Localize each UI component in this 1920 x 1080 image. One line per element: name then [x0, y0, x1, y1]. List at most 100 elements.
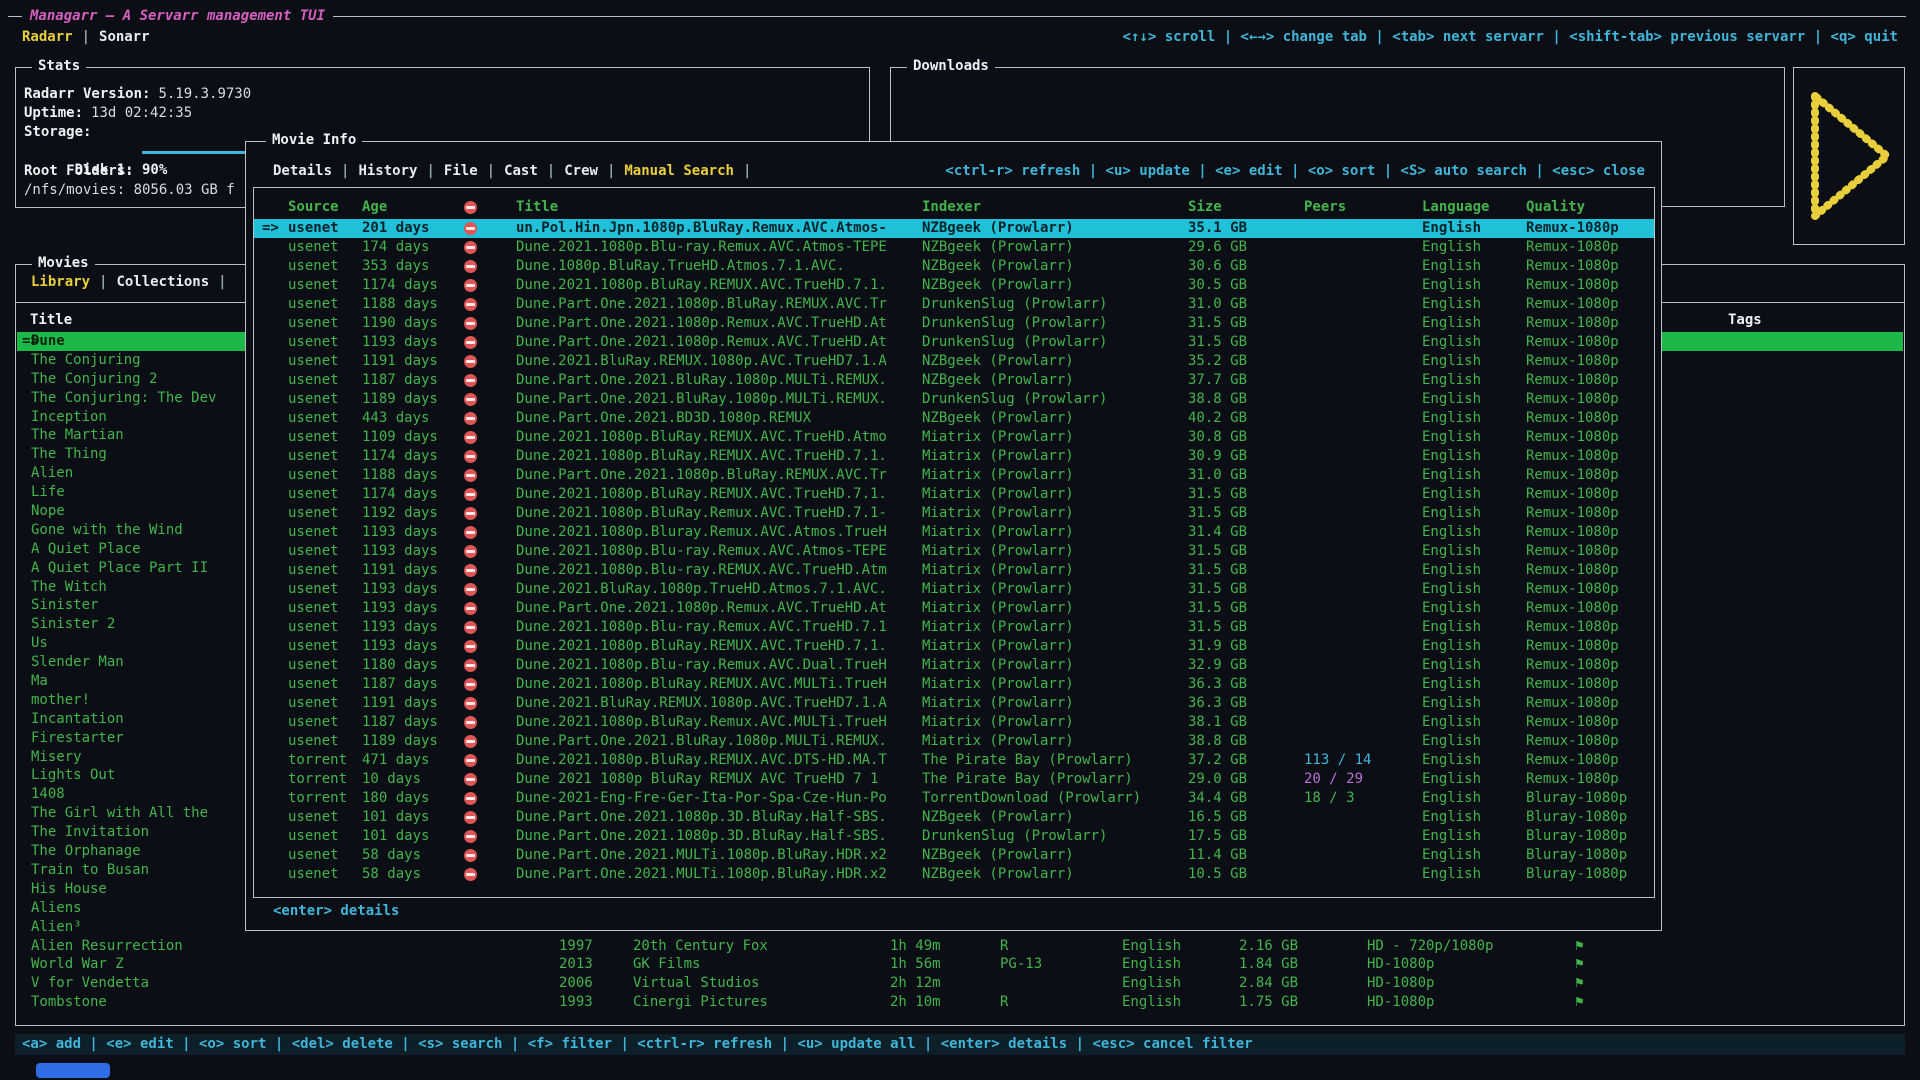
release-quality: Remux-1080p: [1526, 314, 1619, 333]
release-row[interactable]: torrent 471 days Dune.2021.1080p.BluRay.…: [254, 751, 1654, 770]
movie-info-tab[interactable]: Cast|: [504, 162, 564, 181]
release-row[interactable]: usenet 174 days Dune.2021.1080p.Blu-ray.…: [254, 238, 1654, 257]
release-size: 36.3 GB: [1188, 675, 1247, 694]
release-row[interactable]: usenet 1187 days Dune.Part.One.2021.BluR…: [254, 371, 1654, 390]
logo-panel: [1793, 67, 1905, 245]
header-language: Language: [1422, 198, 1489, 217]
release-row[interactable]: usenet 1174 days Dune.2021.1080p.BluRay.…: [254, 485, 1654, 504]
movie-title: Sinister 2: [31, 615, 115, 634]
movie-certification: PG-13: [1000, 955, 1042, 974]
release-row[interactable]: usenet 58 days Dune.Part.One.2021.MULTi.…: [254, 865, 1654, 884]
movie-info-tab[interactable]: History|: [358, 162, 443, 181]
movie-certification: R: [1000, 993, 1008, 1012]
release-age: 1187 days: [362, 371, 438, 390]
release-size: 31.5 GB: [1188, 314, 1247, 333]
movie-row[interactable]: Tombstone 1993 Cinergi Pictures 2h 10m R…: [17, 993, 1903, 1012]
release-row[interactable]: usenet 1193 days Dune.2021.1080p.Blu-ray…: [254, 542, 1654, 561]
release-row[interactable]: usenet 101 days Dune.Part.One.2021.1080p…: [254, 827, 1654, 846]
release-row[interactable]: => usenet 201 days un.Pol.Hin.Jpn.1080p.…: [254, 219, 1654, 238]
movies-tab[interactable]: Library|: [31, 273, 116, 292]
release-row[interactable]: usenet 1189 days Dune.Part.One.2021.BluR…: [254, 732, 1654, 751]
rejected-icon: [464, 431, 477, 444]
movie-title: Lights Out: [31, 766, 115, 785]
release-language: English: [1422, 257, 1481, 276]
rejected-icon: [464, 222, 477, 235]
movie-row[interactable]: V for Vendetta 2006 Virtual Studios 2h 1…: [17, 974, 1903, 993]
release-row[interactable]: usenet 443 days Dune.Part.One.2021.BD3D.…: [254, 409, 1654, 428]
release-age: 10 days: [362, 770, 421, 789]
release-age: 1174 days: [362, 276, 438, 295]
release-row[interactable]: usenet 1192 days Dune.2021.1080p.BluRay.…: [254, 504, 1654, 523]
release-age: 58 days: [362, 846, 421, 865]
release-row[interactable]: usenet 1193 days Dune.Part.One.2021.1080…: [254, 333, 1654, 352]
rejected-icon: [464, 659, 477, 672]
release-row[interactable]: usenet 101 days Dune.Part.One.2021.1080p…: [254, 808, 1654, 827]
release-row[interactable]: usenet 58 days Dune.Part.One.2021.MULTi.…: [254, 846, 1654, 865]
release-row[interactable]: usenet 1188 days Dune.Part.One.2021.1080…: [254, 295, 1654, 314]
rejected-icon: [464, 583, 477, 596]
release-row[interactable]: usenet 1174 days Dune.2021.1080p.BluRay.…: [254, 447, 1654, 466]
release-language: English: [1422, 827, 1481, 846]
release-source: usenet: [288, 618, 339, 637]
release-size: 31.5 GB: [1188, 561, 1247, 580]
release-quality: Bluray-1080p: [1526, 827, 1627, 846]
release-indexer: Miatrix (Prowlarr): [922, 713, 1074, 732]
movie-language: English: [1122, 993, 1181, 1012]
release-source: usenet: [288, 371, 339, 390]
movie-row[interactable]: World War Z 2013 GK Films 1h 56m PG-13 E…: [17, 955, 1903, 974]
movies-tab[interactable]: Collections|: [116, 273, 235, 292]
release-age: 1193 days: [362, 333, 438, 352]
release-row[interactable]: usenet 1193 days Dune.2021.1080p.BluRay.…: [254, 637, 1654, 656]
release-row[interactable]: usenet 1190 days Dune.Part.One.2021.1080…: [254, 314, 1654, 333]
movie-info-tab[interactable]: Crew|: [564, 162, 624, 181]
release-row[interactable]: usenet 1187 days Dune.2021.1080p.BluRay.…: [254, 675, 1654, 694]
release-row[interactable]: usenet 1191 days Dune.2021.1080p.Blu-ray…: [254, 561, 1654, 580]
version-value: 5.19.3.9730: [158, 86, 251, 102]
release-source: usenet: [288, 428, 339, 447]
release-indexer: Miatrix (Prowlarr): [922, 542, 1074, 561]
release-row[interactable]: usenet 1187 days Dune.2021.1080p.BluRay.…: [254, 713, 1654, 732]
release-row[interactable]: usenet 1191 days Dune.2021.BluRay.REMUX.…: [254, 352, 1654, 371]
movie-size: 1.84 GB: [1239, 955, 1298, 974]
release-row[interactable]: torrent 180 days Dune-2021-Eng-Fre-Ger-I…: [254, 789, 1654, 808]
release-row[interactable]: torrent 10 days Dune 2021 1080p BluRay R…: [254, 770, 1654, 789]
bottom-keybar: <a> add | <e> edit | <o> sort | <del> de…: [15, 1034, 1905, 1055]
servarr-tab[interactable]: Sonarr|: [99, 28, 150, 47]
release-row[interactable]: usenet 1180 days Dune.2021.1080p.Blu-ray…: [254, 656, 1654, 675]
release-row[interactable]: usenet 1189 days Dune.Part.One.2021.BluR…: [254, 390, 1654, 409]
play-logo-icon: [1803, 82, 1895, 230]
release-size: 31.4 GB: [1188, 523, 1247, 542]
release-source: torrent: [288, 789, 347, 808]
rejected-icon: [464, 201, 477, 214]
release-row[interactable]: usenet 1174 days Dune.2021.1080p.BluRay.…: [254, 276, 1654, 295]
release-age: 443 days: [362, 409, 429, 428]
movie-title: Life: [31, 483, 65, 502]
release-age: 201 days: [362, 219, 429, 238]
release-row[interactable]: usenet 1191 days Dune.2021.BluRay.REMUX.…: [254, 694, 1654, 713]
release-size: 31.0 GB: [1188, 466, 1247, 485]
release-title: Dune.2021.1080p.BluRay.REMUX.AVC.MULTi.T…: [516, 675, 887, 694]
release-language: English: [1422, 466, 1481, 485]
release-row[interactable]: usenet 353 days Dune.1080p.BluRay.TrueHD…: [254, 257, 1654, 276]
release-row[interactable]: usenet 1193 days Dune.2021.1080p.Bluray.…: [254, 523, 1654, 542]
release-title: Dune.2021.1080p.BluRay.Remux.AVC.TrueHD.…: [516, 504, 887, 523]
release-row[interactable]: usenet 1193 days Dune.2021.BluRay.1080p.…: [254, 580, 1654, 599]
release-row[interactable]: usenet 1109 days Dune.2021.1080p.BluRay.…: [254, 428, 1654, 447]
release-language: English: [1422, 694, 1481, 713]
release-indexer: Miatrix (Prowlarr): [922, 504, 1074, 523]
release-source: usenet: [288, 238, 339, 257]
servarr-tab[interactable]: Radarr|: [22, 28, 99, 47]
release-size: 37.7 GB: [1188, 371, 1247, 390]
movie-info-tab[interactable]: File|: [444, 162, 504, 181]
release-row[interactable]: usenet 1193 days Dune.2021.1080p.Blu-ray…: [254, 618, 1654, 637]
movie-runtime: 1h 49m: [890, 937, 941, 956]
movie-info-tab[interactable]: Manual Search|: [624, 162, 760, 181]
release-row[interactable]: usenet 1188 days Dune.Part.One.2021.1080…: [254, 466, 1654, 485]
movie-row[interactable]: Alien Resurrection 1997 20th Century Fox…: [17, 937, 1903, 956]
release-row[interactable]: usenet 1193 days Dune.Part.One.2021.1080…: [254, 599, 1654, 618]
movie-info-tab[interactable]: Details|: [273, 162, 358, 181]
release-language: English: [1422, 656, 1481, 675]
movie-title: Nope: [31, 502, 65, 521]
release-source: usenet: [288, 390, 339, 409]
app-title: Managarr — A Servarr management TUI: [22, 7, 333, 26]
